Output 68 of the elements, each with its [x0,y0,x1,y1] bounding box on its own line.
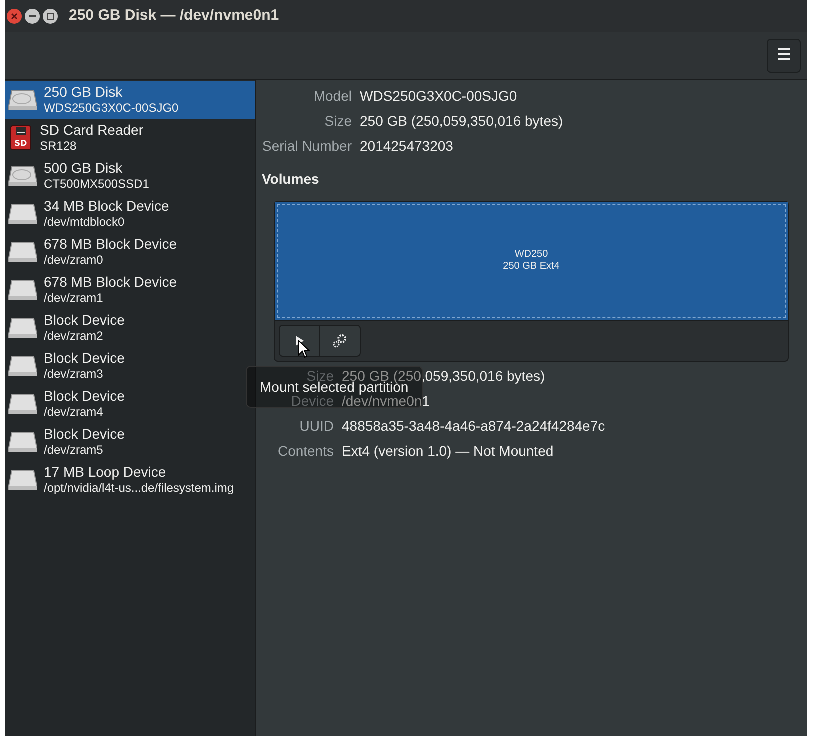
drive-icon [8,202,38,226]
property-label: Device [290,392,334,411]
device-detail: /dev/zram3 [44,366,104,382]
device-name: 678 MB Block Device [44,236,178,252]
device-detail: CT500MX500SSD1 [44,176,150,192]
device-list-item[interactable]: 250 GB Disk WDS250G3X0C-00SJG0 [5,81,255,119]
device-list-item[interactable]: 678 MB Block Device /dev/zram0 [5,233,255,271]
property-value: WDS250G3X0C-00SJG0 [360,87,518,106]
drive-icon [8,316,38,340]
settings-icon [332,333,348,349]
property-value: 48858a35-3a48-4a46-a874-2a24f4284e7c [342,417,606,436]
device-detail: /dev/zram0 [44,252,104,268]
property-value: /dev/nvme0n1 [342,393,430,411]
drive-icon [8,240,38,264]
device-name: Block Device [44,312,125,328]
property-label: Contents [276,442,334,461]
device-name: 17 MB Loop Device [44,464,168,480]
menu-button[interactable]: ☰ [767,38,801,72]
property-label: Model [312,87,352,106]
device-list-item[interactable]: 500 GB Disk CT500MX500SSD1 [5,157,255,195]
device-list-item[interactable]: 678 MB Block Device /dev/zram1 [5,271,255,309]
play-button[interactable] [279,325,320,357]
device-list-item[interactable]: 34 MB Block Device /dev/mtdblock0 [5,195,255,233]
device-name: Block Device [44,426,125,442]
mouse-pointer-icon [298,340,310,359]
device-name: SD Card Reader [40,122,144,138]
device-detail: /dev/zram4 [44,404,104,420]
sd-card-icon: SD [8,125,34,151]
device-name: Block Device [44,388,125,404]
drive-icon [8,430,38,454]
maximize-button[interactable] [43,8,58,24]
device-detail: /dev/zram5 [44,442,104,458]
device-detail: /dev/zram1 [44,290,104,306]
device-detail: /opt/nvidia/l4t-us...de/filesystem.img [44,480,234,496]
device-detail: /dev/mtdblock0 [44,214,126,230]
property-label: Serial Number [262,137,352,156]
device-name: 34 MB Block Device [44,198,170,214]
property-value: Ext4 (version 1.0) — Not Mounted [342,442,554,461]
device-list-item[interactable]: Block Device /dev/zram4 [5,385,255,423]
drive-icon [8,468,38,492]
property-value: 250 GB (250,059,350,016 bytes) [360,112,564,131]
device-detail: WDS250G3X0C-00SJG0 [44,100,179,116]
drive-icon [8,354,38,378]
drive-icon [8,392,38,416]
property-label: Size [324,112,352,131]
minimize-button[interactable] [25,8,40,24]
device-list-item[interactable]: 17 MB Loop Device /opt/nvidia/l4t-us...de/filesystem.img [5,461,255,499]
device-name: 500 GB Disk [44,160,124,176]
close-icon [11,12,18,20]
device-detail: /dev/zram2 [44,328,104,344]
device-list-item[interactable]: SD SD Card Reader SR128 [5,119,255,157]
device-detail: SR128 [40,138,78,154]
partition-block[interactable]: WD250 250 GB Ext4 [275,202,788,320]
partition-name: WD250 [514,249,548,261]
property-label: UUID [298,417,334,436]
device-name: Block Device [44,350,125,366]
window-title: 250 GB Disk — /dev/nvme0n1 [69,6,280,26]
device-list-item[interactable]: Block Device /dev/zram2 [5,309,255,347]
device-name: 678 MB Block Device [44,274,178,290]
settings-button[interactable] [320,325,361,357]
section-heading: Volumes [262,170,320,189]
device-name: 250 GB Disk [44,84,124,100]
drive-icon [8,278,38,302]
property-value: 201425473203 [360,137,454,156]
device-list-item[interactable]: Block Device /dev/zram3 [5,347,255,385]
partition-description: 250 GB Ext4 [503,261,560,273]
close-button[interactable] [7,8,22,24]
device-list-item[interactable]: Block Device /dev/zram5 [5,423,255,461]
